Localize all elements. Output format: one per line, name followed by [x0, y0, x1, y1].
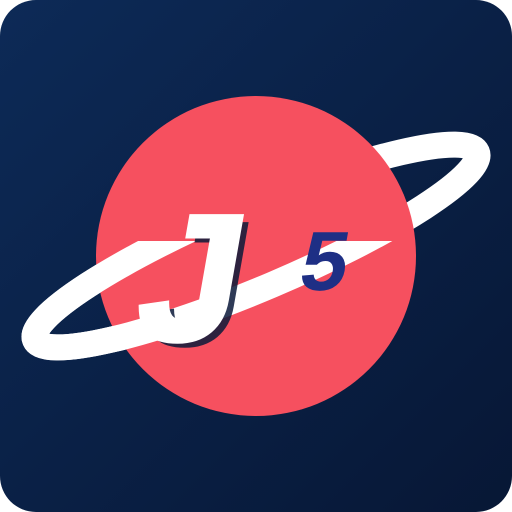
app-icon[interactable]: J J 5: [0, 0, 512, 512]
app-icon-stage: J J 5: [0, 0, 512, 512]
